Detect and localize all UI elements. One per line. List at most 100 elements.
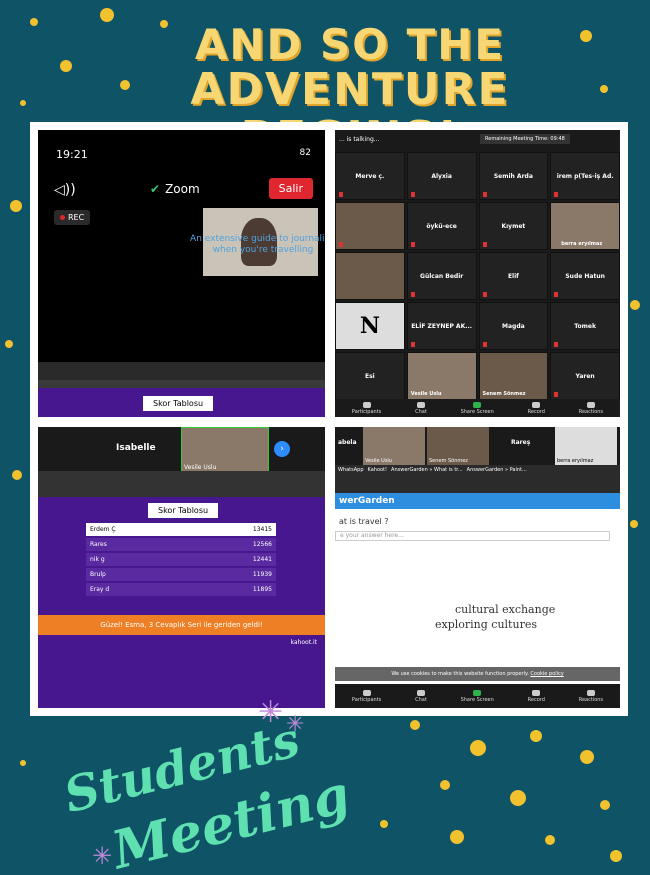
bookmark-bar [38, 380, 325, 388]
participant-video[interactable]: berra eryılmaz [550, 202, 620, 250]
dot [470, 740, 486, 756]
participants-icon [362, 689, 371, 696]
speaker-icon[interactable]: ◁)) [54, 182, 76, 198]
dot [610, 850, 622, 862]
scoreboard-title: Skor Tablosu [143, 396, 214, 411]
zoom-label: Zoom [165, 182, 200, 196]
phone-zoom-panel: 19:21 82 ◁)) ✔ Zoom Salir REC An extensi… [38, 130, 325, 417]
reactions-icon [586, 689, 595, 696]
browser-tabs [38, 362, 325, 380]
participant-tile[interactable]: Gülcan Bedir [406, 252, 477, 300]
participant-video[interactable]: Senem Sönmez [478, 352, 549, 400]
talking-indicator: ... is talking... [339, 136, 380, 143]
participant-tile[interactable]: Tomek [550, 302, 620, 350]
title-line-1: AND SO THE [194, 20, 506, 69]
rec-label: REC [68, 213, 85, 222]
chat-button[interactable]: Chat [415, 689, 427, 703]
score-row: Brulp 11939 [86, 568, 276, 581]
answer-input[interactable]: e your answer here... [335, 531, 610, 541]
overlay-caption-2: when you're travelling [212, 245, 314, 255]
participants-button[interactable]: Participants [352, 401, 381, 415]
dot [450, 830, 464, 844]
dot [20, 760, 26, 766]
browser-tabs: WhatsApp Kahoot! AnswerGarden » What is … [335, 465, 620, 493]
record-icon [532, 401, 541, 408]
participant-video[interactable] [335, 252, 405, 300]
dot [580, 750, 594, 764]
sparkle-icon: ✳ [92, 842, 113, 870]
record-button[interactable]: Record [528, 401, 545, 415]
dot [5, 340, 13, 348]
video-strip: abela Vesile Uslu Senem Sönmez Rareş ber… [335, 427, 620, 465]
poster: AND SO THE ADVENTURE BEGINS! 19:21 82 ◁)… [0, 0, 650, 875]
kahoot-screen: Skor Tablosu Erdem Ç 13415 Rares 12566 nik… [38, 497, 325, 708]
record-icon [532, 689, 541, 696]
participant-tile[interactable]: Esi [335, 352, 405, 400]
scoreboard-table: Erdem Ç 13415 Rares 12566 nik g 12441 Brulp… [86, 523, 276, 596]
reactions-button[interactable]: Reactions [579, 401, 603, 415]
rec-badge: REC [54, 210, 91, 225]
zoom-header: ✔ Zoom [150, 182, 200, 196]
next-page-icon[interactable]: › [274, 441, 290, 457]
reactions-button[interactable]: Reactions [579, 689, 603, 703]
participant-tile[interactable]: Alyxia [406, 152, 477, 200]
leave-button[interactable]: Salir [268, 178, 313, 199]
battery-level: 82 [299, 148, 311, 158]
zoom-toolbar: Participants Chat Share Screen Record Re… [335, 399, 620, 417]
tab[interactable]: WhatsApp [338, 467, 364, 491]
participant-tile[interactable]: Semih Arda [478, 152, 549, 200]
dot [20, 100, 26, 106]
dot [10, 200, 22, 212]
participant-video: berra eryılmaz [555, 427, 617, 465]
participant-tile[interactable]: irem p(Tes-iş Ad. [550, 152, 620, 200]
zoom-toolbar: Participants Chat Share Screen Record Re… [335, 684, 620, 708]
record-button[interactable]: Record [528, 689, 545, 703]
dot [630, 300, 640, 310]
cookie-policy-link[interactable]: Cookie policy [530, 671, 563, 677]
share-screen-button[interactable]: Share Screen [461, 689, 494, 703]
photo-collage: 19:21 82 ◁)) ✔ Zoom Salir REC An extensi… [30, 122, 628, 716]
dot [380, 820, 388, 828]
zoom-gallery-panel: ... is talking... Remaining Meeting Time… [335, 130, 620, 417]
participant-video[interactable]: N [335, 302, 405, 350]
participant-tile[interactable]: Kıymet [478, 202, 549, 250]
kahoot-panel: Isabelle Vesile Uslu › Skor Tablosu Erde… [38, 427, 325, 708]
share-icon [473, 689, 482, 696]
chat-icon [416, 401, 425, 408]
dot [440, 780, 450, 790]
share-screen-button[interactable]: Share Screen [461, 401, 494, 415]
participant-video[interactable]: Vesile Uslu [406, 352, 477, 400]
score-row: Rares 12566 [86, 538, 276, 551]
answer-word: exploring cultures [435, 618, 537, 631]
status-time: 19:21 [56, 148, 88, 161]
participant-tile[interactable]: ELİF ZEYNEP AK... [406, 302, 477, 350]
participant-video[interactable] [335, 202, 405, 250]
streak-banner: Güzel! Esma, 3 Cevaplık Seri ile geriden… [38, 615, 325, 635]
participant-tile[interactable]: Magda [478, 302, 549, 350]
kahoot-screen: Skor Tablosu [38, 388, 325, 417]
participant-tile[interactable]: Sude Hatun [550, 252, 620, 300]
scoreboard-title: Skor Tablosu [148, 503, 219, 518]
dot [600, 800, 610, 810]
dot [120, 80, 130, 90]
participant-grid: Merve ç. Alyxia Semih Arda irem p(Tes-iş… [335, 152, 620, 400]
participant-tile[interactable]: Yaren [550, 352, 620, 400]
tab[interactable]: AnswerGarden » What is tr... [391, 467, 463, 491]
participant-tile[interactable]: öykü-ece [406, 202, 477, 250]
participant-tile[interactable]: Merve ç. [335, 152, 405, 200]
overlay-caption-1: An extensive guide to journaling [190, 234, 325, 244]
dot [545, 835, 555, 845]
chat-button[interactable]: Chat [415, 401, 427, 415]
dot [600, 85, 608, 93]
dot [60, 60, 72, 72]
dot [12, 470, 22, 480]
tab[interactable]: Kahoot! [368, 467, 388, 491]
record-dot-icon [60, 215, 65, 220]
tab[interactable]: AnswerGarden » Paint... [467, 467, 527, 491]
chat-icon [416, 689, 425, 696]
participants-button[interactable]: Participants [352, 689, 381, 703]
participant-tile[interactable]: Elif [478, 252, 549, 300]
meeting-timer: Remaining Meeting Time: 09:48 [480, 134, 570, 144]
kahoot-url: kahoot.it [290, 639, 317, 646]
share-icon [473, 401, 482, 408]
